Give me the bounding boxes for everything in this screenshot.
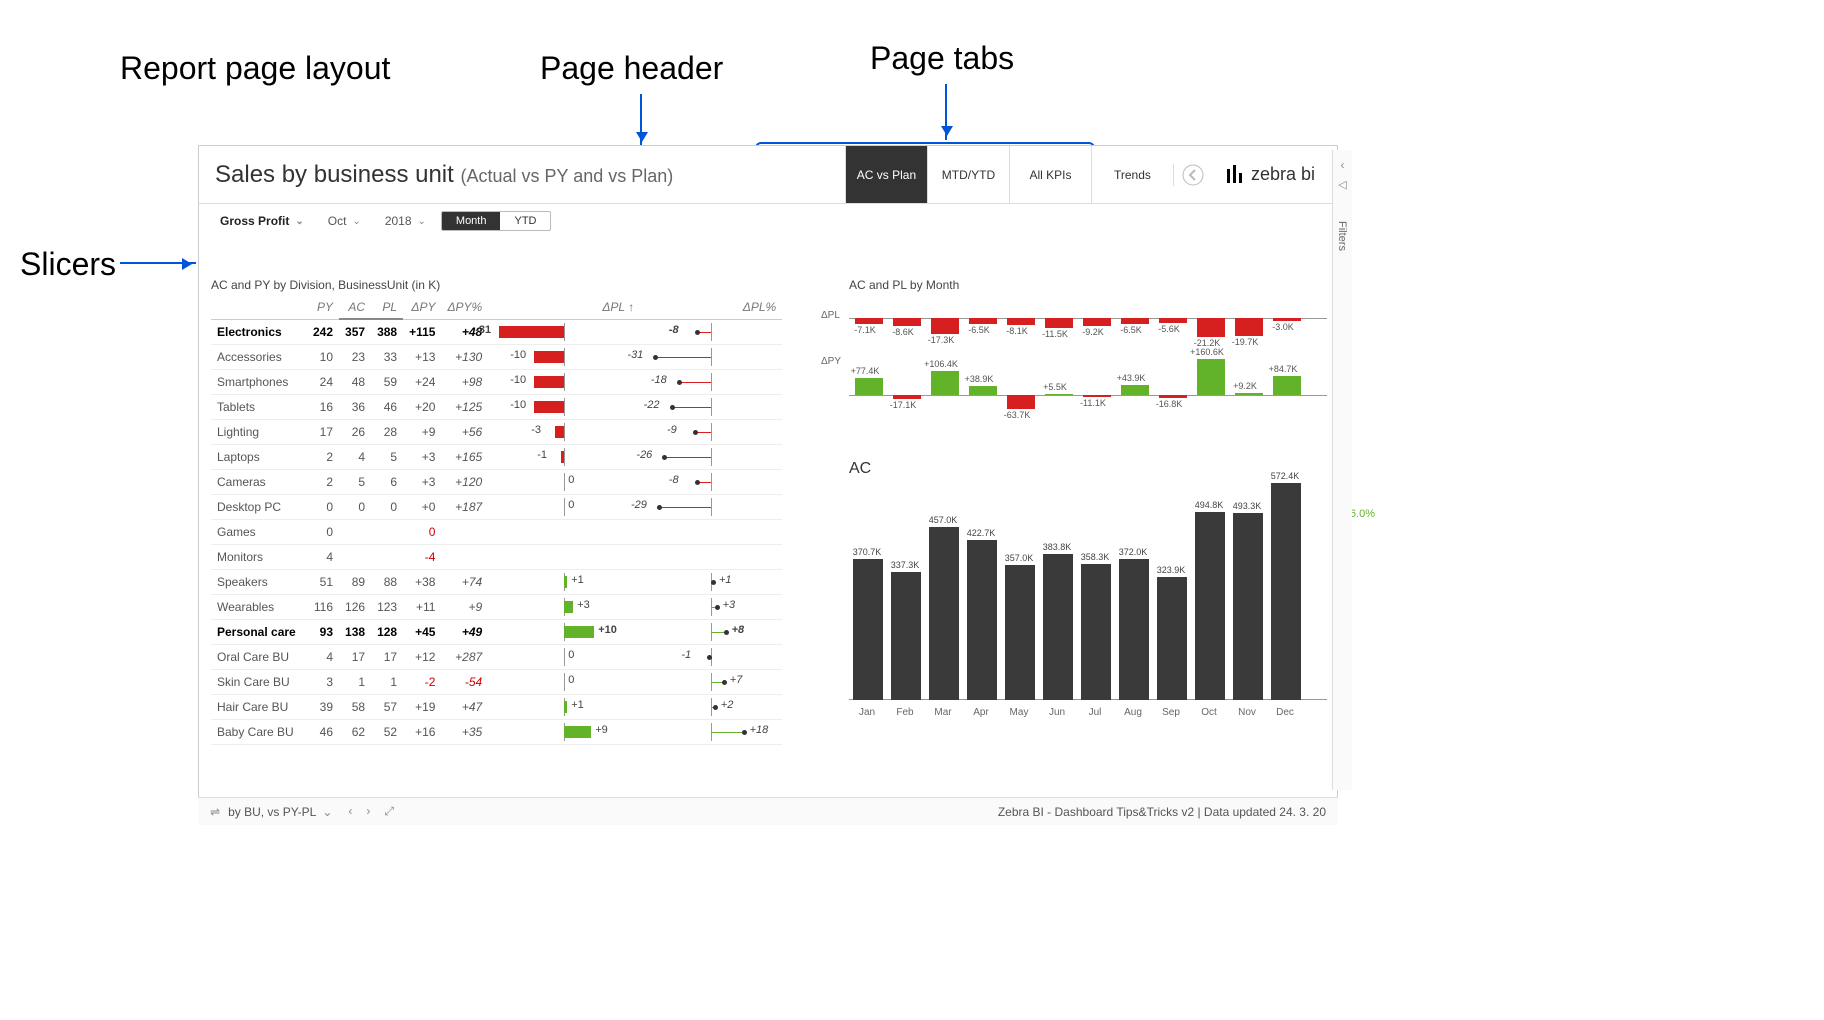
annotation-layout: Report page layout	[120, 50, 390, 87]
table-row[interactable]: Wearables116126123+11+9+3 +3	[211, 594, 782, 619]
brand-text: zebra bi	[1251, 164, 1315, 185]
table-row[interactable]: Baby Care BU466252+16+35+9 +18	[211, 719, 782, 744]
slicer-year-value: 2018	[385, 214, 412, 228]
slicer-month[interactable]: Oct ⌄	[319, 211, 370, 231]
page-title: Sales by business unit (Actual vs PY and…	[199, 161, 673, 189]
annotation-slicers: Slicers	[20, 246, 116, 283]
col-header[interactable]: ΔPL ↑	[488, 296, 640, 319]
table-row[interactable]: Skin Care BU311-2-540 +7	[211, 669, 782, 694]
table-row[interactable]: Speakers518988+38+74+1 +1	[211, 569, 782, 594]
report-footer: ⇌ by BU, vs PY-PL ⌄ ‹ › ⤢ Zebra BI - Das…	[198, 797, 1338, 825]
slicer-year[interactable]: 2018 ⌄	[376, 211, 435, 231]
filters-pane[interactable]: ‹ ◁ Filters	[1332, 150, 1352, 790]
table-row[interactable]: Lighting172628+9+56-3 -9	[211, 419, 782, 444]
page-tabs: AC vs PlanMTD/YTDAll KPIsTrends	[845, 146, 1173, 203]
toggle-ytd[interactable]: YTD	[500, 212, 550, 230]
back-button[interactable]	[1173, 164, 1213, 186]
col-header[interactable]: ΔPY	[403, 296, 441, 319]
table-row[interactable]: Laptops245+3+165-1 -26	[211, 444, 782, 469]
table-row[interactable]: Electronics242357388+115+48-31 -8	[211, 319, 782, 344]
footer-info: Zebra BI - Dashboard Tips&Tricks v2 | Da…	[998, 805, 1326, 819]
table-row[interactable]: Games00	[211, 519, 782, 544]
slicer-month-value: Oct	[328, 214, 347, 228]
slicers-bar: Gross Profit ⌄ Oct ⌄ 2018 ⌄ Month YTD	[199, 206, 551, 236]
page-dropdown-icon[interactable]: ⌄	[322, 805, 332, 819]
table-row[interactable]: Monitors4-4	[211, 544, 782, 569]
arrow-to-header	[640, 94, 642, 146]
table-row[interactable]: Hair Care BU395857+19+47+1 +2	[211, 694, 782, 719]
col-header[interactable]: AC	[339, 296, 371, 319]
monthly-charts: ΔPL-7.1K-8.6K-17.3K-6.5K-8.1K-11.5K-9.2K…	[849, 296, 1327, 720]
arrow-to-slicers	[120, 262, 196, 264]
col-header[interactable]: PL	[371, 296, 403, 319]
tab-all-kpis[interactable]: All KPIs	[1009, 146, 1091, 203]
filters-label: Filters	[1336, 221, 1348, 251]
chevron-down-icon: ⌄	[352, 216, 360, 227]
tab-mtd-ytd[interactable]: MTD/YTD	[927, 146, 1009, 203]
page-subtitle-text: (Actual vs PY and vs Plan)	[460, 166, 673, 186]
prev-page-button[interactable]: ‹	[348, 804, 352, 819]
chevron-down-icon: ⌄	[418, 216, 426, 227]
toggle-month[interactable]: Month	[442, 212, 501, 230]
tab-ac-vs-plan[interactable]: AC vs Plan	[845, 146, 927, 203]
col-header[interactable]: PY	[307, 296, 339, 319]
period-toggle[interactable]: Month YTD	[441, 211, 552, 231]
arrow-to-tabs	[945, 84, 947, 140]
chevron-down-icon: ⌄	[295, 216, 303, 227]
slicer-measure-value: Gross Profit	[220, 214, 289, 228]
next-page-button[interactable]: ›	[366, 804, 370, 819]
slicer-measure[interactable]: Gross Profit ⌄	[211, 211, 313, 231]
table-row[interactable]: Personal care93138128+45+49+10 +8	[211, 619, 782, 644]
filters-collapse-icon[interactable]: ‹	[1333, 158, 1352, 172]
report-canvas: Sales by business unit (Actual vs PY and…	[198, 145, 1338, 810]
page-header: Sales by business unit (Actual vs PY and…	[199, 146, 1337, 204]
table-row[interactable]: Oral Care BU41717+12+2870 -1	[211, 644, 782, 669]
right-chart-title: AC and PL by Month	[849, 278, 959, 292]
bookmark-icon[interactable]: ◁	[1333, 178, 1352, 191]
page-nav-icon[interactable]: ⇌	[210, 805, 220, 819]
table-row[interactable]: Smartphones244859+24+98-10 -18	[211, 369, 782, 394]
table-row[interactable]: Cameras256+3+1200 -8	[211, 469, 782, 494]
page-title-text: Sales by business unit	[215, 161, 454, 188]
col-header[interactable]: ΔPL%	[640, 296, 782, 319]
zebra-logo-icon	[1225, 165, 1245, 185]
annotation-tabs: Page tabs	[870, 40, 1014, 77]
tab-trends[interactable]: Trends	[1091, 146, 1173, 203]
table-row[interactable]: Tablets163646+20+125-10 -22	[211, 394, 782, 419]
variance-table[interactable]: PYACPLΔPYΔPY%ΔPL ↑ΔPL%Electronics2423573…	[211, 296, 782, 745]
fit-page-button[interactable]: ⤢	[384, 804, 394, 819]
back-arrow-icon	[1182, 164, 1204, 186]
brand-logo: zebra bi	[1213, 164, 1337, 185]
table-title: AC and PY by Division, BusinessUnit (in …	[211, 278, 440, 292]
table-row[interactable]: Desktop PC000+0+1870 -29	[211, 494, 782, 519]
page-name[interactable]: by BU, vs PY-PL	[228, 805, 316, 819]
annotation-header: Page header	[540, 50, 723, 87]
table-row[interactable]: Accessories102333+13+130-10 -31	[211, 344, 782, 369]
col-header[interactable]: ΔPY%	[441, 296, 488, 319]
